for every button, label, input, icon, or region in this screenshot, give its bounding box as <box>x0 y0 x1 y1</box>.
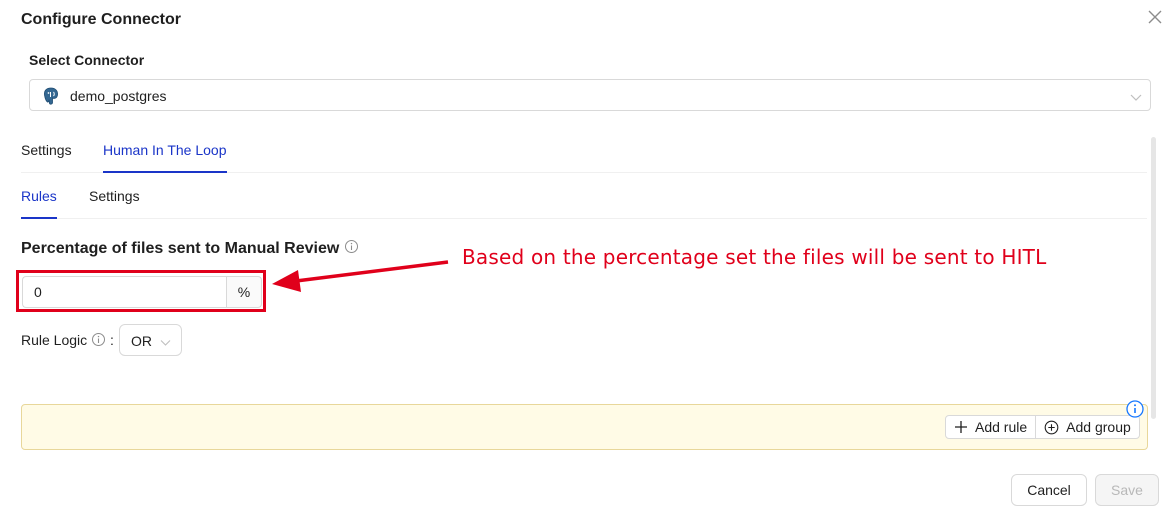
add-rule-label: Add rule <box>975 419 1028 435</box>
rule-logic-value: OR <box>131 333 152 349</box>
rule-logic-separator: : <box>109 332 114 348</box>
connector-select-value: demo_postgres <box>70 88 167 104</box>
scrollbar-thumb[interactable] <box>1151 137 1156 419</box>
annotation-arrow-icon <box>272 260 449 292</box>
connector-select[interactable]: demo_postgres <box>29 79 1151 111</box>
chevron-down-icon <box>160 335 171 346</box>
add-rule-button[interactable]: Add rule <box>946 416 1035 438</box>
tab-rules[interactable]: Rules <box>21 188 57 204</box>
close-icon[interactable] <box>1146 8 1164 26</box>
rule-logic-select[interactable]: OR <box>119 324 182 356</box>
select-connector-label: Select Connector <box>29 52 145 68</box>
info-icon[interactable] <box>91 332 106 350</box>
rule-logic-text: Rule Logic <box>21 332 88 348</box>
percentage-input[interactable]: 0 <box>22 276 227 308</box>
tab-settings[interactable]: Settings <box>21 142 72 158</box>
save-button[interactable]: Save <box>1095 474 1159 506</box>
plus-icon <box>955 421 967 433</box>
tab-sub-settings[interactable]: Settings <box>89 188 140 204</box>
plus-circle-icon <box>1044 420 1059 434</box>
add-group-label: Add group <box>1066 419 1131 435</box>
rule-action-group: Add rule Add group <box>945 415 1140 439</box>
rule-logic-label: Rule Logic : <box>21 332 114 350</box>
postgres-icon <box>41 86 61 106</box>
annotation-text: Based on the percentage set the files wi… <box>462 245 1047 269</box>
active-tab-indicator <box>103 171 227 173</box>
sub-tabs: Rules Settings <box>21 176 1147 219</box>
percent-unit-addon: % <box>226 276 262 308</box>
modal-title: Configure Connector <box>21 11 181 28</box>
info-circle-icon[interactable] <box>1126 400 1144 418</box>
chevron-down-icon <box>1130 90 1142 102</box>
add-group-button[interactable]: Add group <box>1035 416 1139 438</box>
active-subtab-indicator <box>21 217 57 219</box>
main-tabs: Settings Human In The Loop <box>21 130 1147 173</box>
cancel-button[interactable]: Cancel <box>1011 474 1087 506</box>
tab-human-in-the-loop[interactable]: Human In The Loop <box>103 142 227 158</box>
